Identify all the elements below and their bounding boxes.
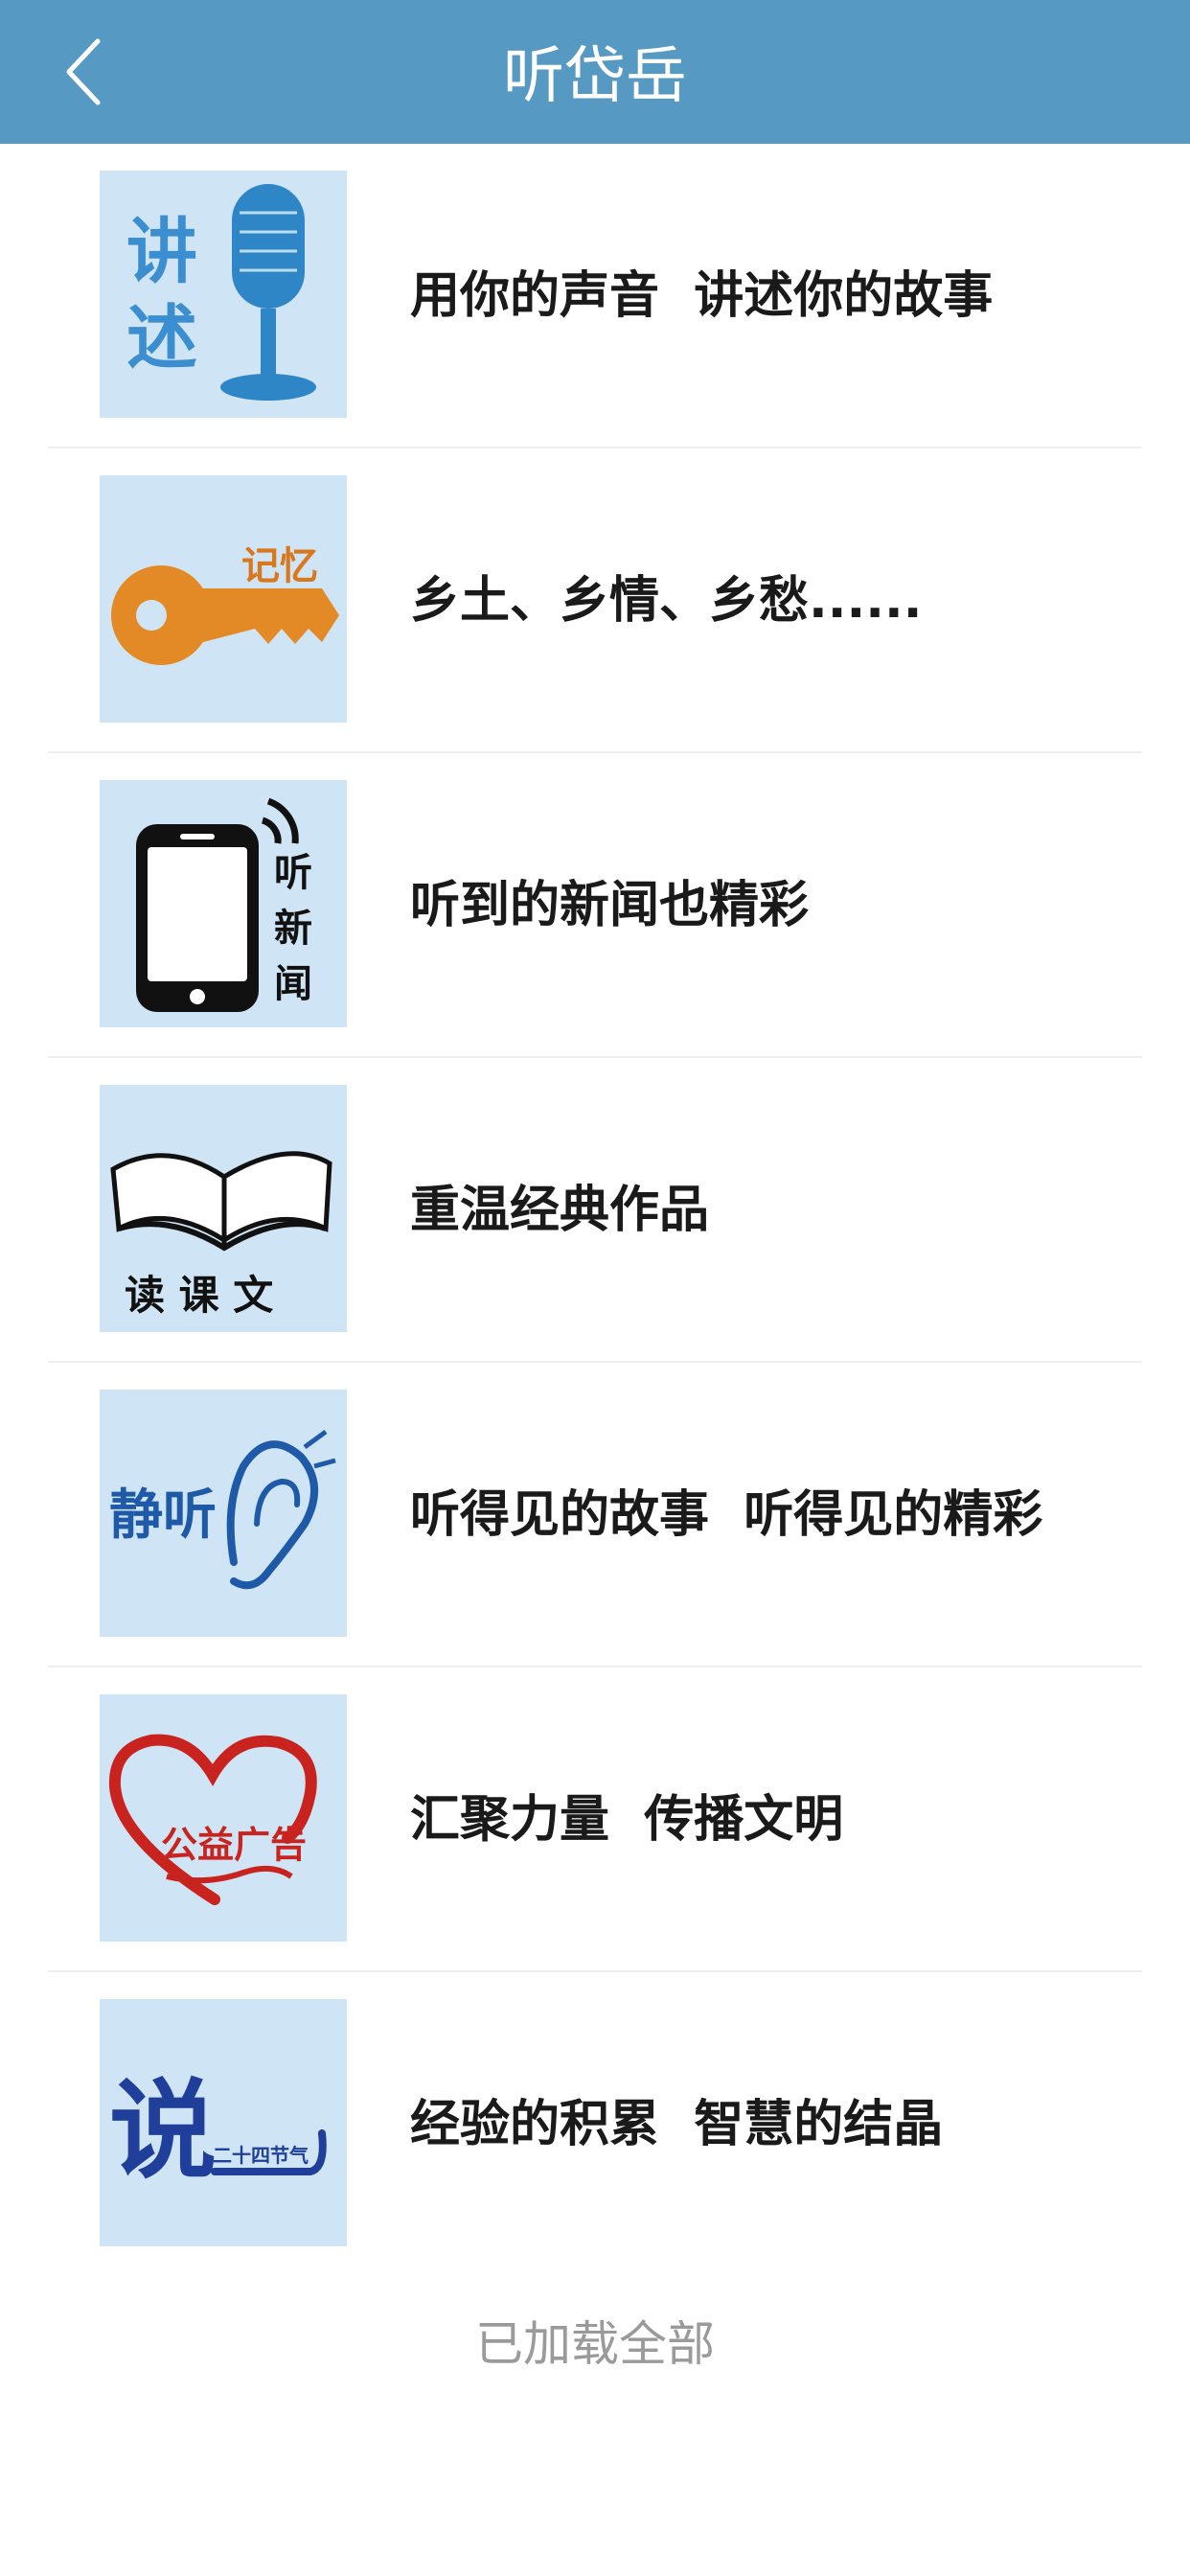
thumb-label-ting: 听 [274,850,312,895]
item-caption: 听得见的故事 听得见的精彩 [410,1486,1043,1544]
item-caption: 重温经典作品 [410,1182,710,1239]
list-item-jingting[interactable]: 静听 听得见的故事 听得见的精彩 [0,1363,1190,1668]
list-item-tingxinwen[interactable]: 听 新 闻 听到的新闻也精彩 [0,753,1190,1058]
thumb-label-jiangshu-2: 述 [126,297,197,380]
thumbnail-jingting: 静听 [100,1390,347,1637]
list-item-jiangshu[interactable]: 讲 述 用你的声音 讲述你的故事 [0,144,1190,448]
thumb-label-jiyi: 记忆 [241,543,318,588]
list-item-shuo[interactable]: 说 二十四节气 经验的积累 智慧的结晶 [0,1972,1190,2277]
thumbnail-dukewen: 读 课 文 [100,1085,347,1332]
thumbnail-shuo: 说 二十四节气 [100,1999,347,2246]
item-caption: 汇聚力量 传播文明 [410,1791,844,1849]
list-item-gongyi[interactable]: 公益广告 汇聚力量 传播文明 [0,1668,1190,1972]
thumb-label-shuo: 说 [109,2068,217,2194]
smartphone-icon [136,824,259,1012]
thumb-label-gongyi: 公益广告 [161,1823,307,1866]
thumb-label-jiangshu-1: 讲 [126,211,197,293]
program-list: 讲 述 用你的声音 讲述你的故事 记忆 乡土、乡情、乡愁...... 听 新 闻… [0,144,1190,2277]
microphone-icon [220,184,316,401]
signal-waves-icon [261,797,299,844]
list-item-dukewen[interactable]: 读 课 文 重温经典作品 [0,1058,1190,1363]
thumb-label-xin: 新 [274,906,312,951]
heart-icon [108,1734,317,1905]
item-caption: 用你的声音 讲述你的故事 [410,267,994,325]
thumb-label-dukewen: 读 课 文 [125,1272,273,1319]
ear-icon [226,1429,336,1590]
item-caption: 听到的新闻也精彩 [410,877,810,934]
thumb-label-wen: 闻 [274,961,312,1006]
load-complete-status: 已加载全部 [475,2316,715,2372]
page-title: 听岱岳 [503,41,687,112]
thumb-label-jieqi: 二十四节气 [213,2144,309,2167]
open-book-icon [110,1151,332,1252]
app-header: 听岱岳 [0,0,1190,144]
thumbnail-gongyi: 公益广告 [100,1694,347,1942]
thumb-label-jingting: 静听 [109,1484,217,1547]
item-caption: 经验的积累 智慧的结晶 [410,2096,944,2153]
thumbnail-tingxinwen: 听 新 闻 [100,780,347,1027]
thumbnail-jiyi: 记忆 [100,475,347,723]
shuo-calligraphy-icon: 说 [109,2068,327,2194]
thumbnail-jiangshu: 讲 述 [100,171,347,418]
item-caption: 乡土、乡情、乡愁...... [410,572,923,630]
list-item-jiyi[interactable]: 记忆 乡土、乡情、乡愁...... [0,448,1190,753]
